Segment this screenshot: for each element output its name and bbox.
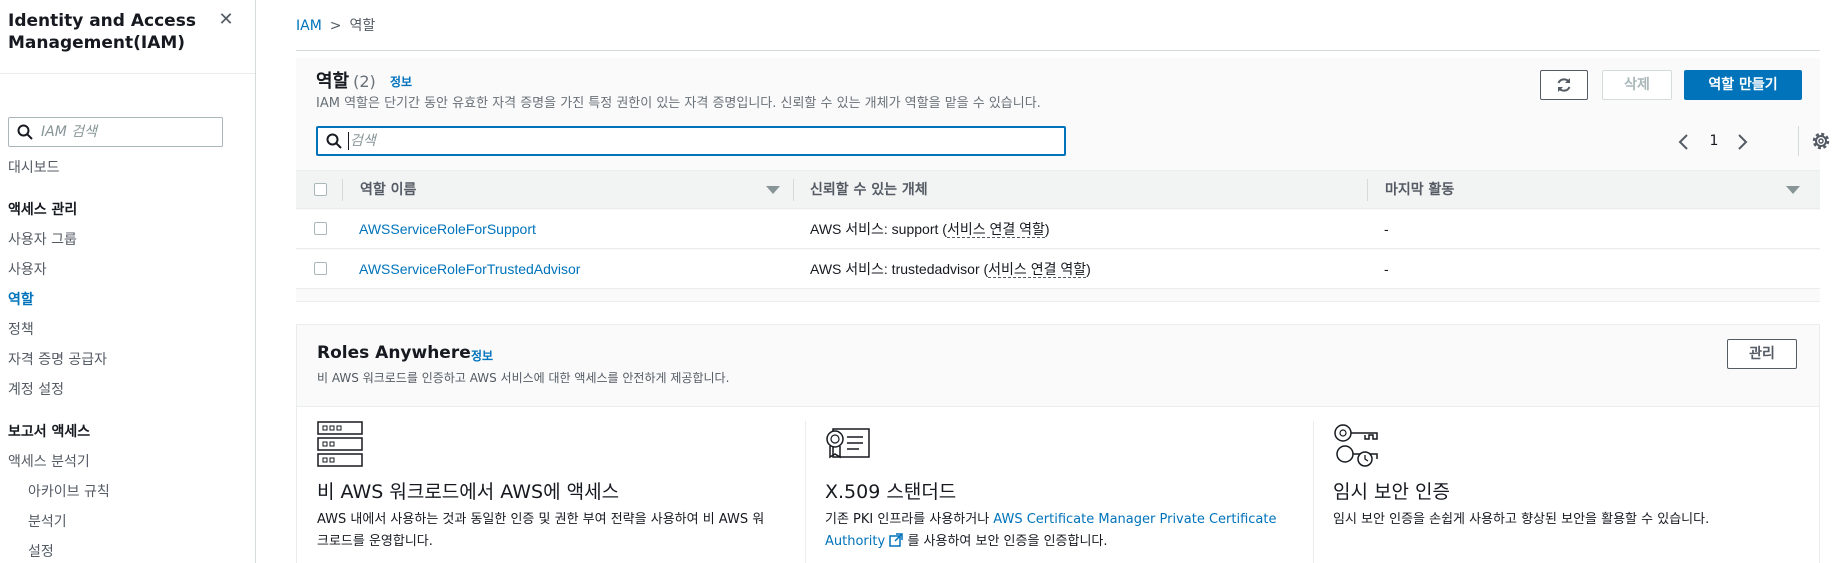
sort-icon[interactable] bbox=[766, 186, 780, 194]
column-divider bbox=[342, 179, 343, 201]
role-name-link[interactable]: AWSServiceRoleForTrustedAdvisor bbox=[359, 261, 580, 277]
role-name-link[interactable]: AWSServiceRoleForSupport bbox=[359, 221, 536, 237]
sidebar-item-archive-rules[interactable]: 아카이브 규칙 bbox=[28, 481, 110, 501]
feature-text: 임시 보안 인증을 손쉽게 사용하고 향상된 보안을 활용할 수 있습니다. bbox=[1333, 512, 1710, 527]
roles-anywhere-description: 비 AWS 워크로드를 인증하고 AWS 서비스에 대한 액세스를 안전하게 제… bbox=[317, 371, 730, 385]
roles-heading: 역할 (2) bbox=[316, 67, 376, 93]
table-row: AWSServiceRoleForTrustedAdvisor AWS 서비스:… bbox=[296, 250, 1820, 289]
sidebar-item-access-analyzer[interactable]: 액세스 분석기 bbox=[8, 451, 90, 471]
sidebar-item-settings[interactable]: 설정 bbox=[28, 541, 54, 561]
roles-search-input[interactable] bbox=[350, 131, 1050, 151]
sidebar-item-roles[interactable]: 역할 bbox=[8, 289, 34, 309]
last-activity-cell: - bbox=[1384, 221, 1389, 237]
search-icon bbox=[326, 133, 342, 149]
refresh-button[interactable] bbox=[1540, 70, 1588, 100]
column-divider bbox=[1367, 179, 1368, 201]
roles-anywhere-header: Roles Anywhere 정보 비 AWS 워크로드를 인증하고 AWS 서… bbox=[297, 325, 1819, 407]
breadcrumb-iam-link[interactable]: IAM bbox=[296, 18, 322, 34]
breadcrumb: IAM > 역할 bbox=[296, 15, 375, 35]
certificate-icon bbox=[826, 428, 870, 459]
feature-heading: X.509 스탠더드 bbox=[825, 481, 957, 503]
row-checkbox[interactable] bbox=[314, 222, 327, 235]
chevron-left-icon[interactable] bbox=[1674, 130, 1694, 154]
close-icon[interactable]: ✕ bbox=[216, 10, 236, 30]
trusted-entity-text: AWS 서비스: trustedadvisor ( bbox=[810, 261, 989, 277]
divider bbox=[1798, 126, 1799, 156]
sidebar-section-access-reports: 보고서 액세스 bbox=[8, 424, 91, 440]
sidebar-item-user-groups[interactable]: 사용자 그룹 bbox=[8, 229, 77, 249]
last-activity-cell: - bbox=[1384, 261, 1389, 277]
page-number[interactable]: 1 bbox=[1704, 133, 1724, 149]
roles-title: 역할 bbox=[316, 71, 350, 92]
feature-text: AWS 내에서 사용하는 것과 동일한 인증 및 권한 부여 전략을 사용하여 … bbox=[317, 512, 765, 549]
search-icon bbox=[17, 124, 33, 140]
roles-anywhere-title: Roles Anywhere bbox=[317, 343, 471, 363]
create-role-button[interactable]: 역할 만들기 bbox=[1684, 70, 1802, 100]
column-header-trusted-entities[interactable]: 신뢰할 수 있는 개체 bbox=[810, 171, 928, 210]
manage-button[interactable]: 관리 bbox=[1727, 339, 1797, 369]
service-linked-role-tooltip[interactable]: 서비스 연결 역할 bbox=[946, 221, 1045, 238]
feature-card: 비 AWS 워크로드에서 AWS에 액세스 AWS 내에서 사용하는 것과 동일… bbox=[317, 421, 777, 563]
table-header: 역할 이름 신뢰할 수 있는 개체 마지막 활동 bbox=[296, 170, 1820, 209]
feature-text: 기존 PKI 인프라를 사용하거나 AWS Certificate Manage… bbox=[825, 509, 1295, 553]
feature-card: 임시 보안 인증 임시 보안 인증을 손쉽게 사용하고 향상된 보안을 활용할 … bbox=[1333, 421, 1803, 563]
temporary-key-icon bbox=[1334, 424, 1378, 467]
service-linked-role-tooltip[interactable]: 서비스 연결 역할 bbox=[988, 261, 1087, 278]
external-link-icon[interactable] bbox=[889, 533, 904, 549]
trusted-entity-suffix: ) bbox=[1086, 261, 1091, 277]
delete-button[interactable]: 삭제 bbox=[1602, 70, 1672, 100]
trusted-entity-cell: AWS 서비스: trustedadvisor (서비스 연결 역할) bbox=[810, 250, 1091, 289]
roles-description: IAM 역할은 단기간 동안 유효한 자격 증명을 가진 특정 권한이 있는 자… bbox=[316, 96, 1041, 111]
feature-card: X.509 스탠더드 기존 PKI 인프라를 사용하거나 AWS Certifi… bbox=[825, 421, 1295, 563]
chevron-right-icon: > bbox=[329, 18, 342, 34]
sidebar-item-analyzers[interactable]: 분석기 bbox=[28, 511, 67, 531]
sidebar-item-dashboard[interactable]: 대시보드 bbox=[8, 157, 60, 177]
trusted-entity-text: AWS 서비스: support ( bbox=[810, 221, 947, 237]
feature-heading: 임시 보안 인증 bbox=[1333, 481, 1450, 503]
sidebar-search[interactable] bbox=[8, 117, 223, 147]
trusted-entity-cell: AWS 서비스: support (서비스 연결 역할) bbox=[810, 210, 1050, 249]
sidebar-title: Identity and Access Management(IAM) bbox=[8, 11, 196, 53]
table-row: AWSServiceRoleForSupport AWS 서비스: suppor… bbox=[296, 210, 1820, 249]
sidebar-nav: Identity and Access Management(IAM) ✕ 대시… bbox=[0, 0, 256, 563]
roles-search[interactable] bbox=[316, 126, 1066, 156]
column-header-last-activity[interactable]: 마지막 활동 bbox=[1385, 171, 1454, 210]
feature-text-suffix: 를 사용하여 보안 인증을 인증합니다. bbox=[903, 534, 1108, 549]
roles-panel: 역할 (2) 정보 IAM 역할은 단기간 동안 유효한 자격 증명을 가진 특정… bbox=[296, 58, 1830, 302]
column-divider bbox=[793, 179, 794, 201]
sidebar-item-identity-providers[interactable]: 자격 증명 공급자 bbox=[8, 349, 107, 369]
breadcrumb-current: 역할 bbox=[349, 18, 376, 34]
sidebar-item-account-settings[interactable]: 계정 설정 bbox=[8, 379, 64, 399]
divider bbox=[1313, 421, 1314, 563]
trusted-entity-suffix: ) bbox=[1044, 221, 1050, 237]
sidebar-section-access-management: 액세스 관리 bbox=[8, 202, 78, 218]
roles-anywhere-info-link[interactable]: 정보 bbox=[471, 347, 493, 364]
text-caret bbox=[348, 132, 349, 150]
sidebar-search-input[interactable] bbox=[41, 122, 216, 142]
sidebar-item-users[interactable]: 사용자 bbox=[8, 259, 47, 279]
gear-icon[interactable] bbox=[1810, 130, 1832, 152]
column-header-role-name[interactable]: 역할 이름 bbox=[360, 171, 416, 210]
row-checkbox[interactable] bbox=[314, 262, 327, 275]
feature-heading: 비 AWS 워크로드에서 AWS에 액세스 bbox=[317, 481, 620, 503]
sidebar-divider bbox=[0, 73, 255, 74]
sidebar-item-policies[interactable]: 정책 bbox=[8, 319, 34, 339]
server-rack-icon bbox=[317, 421, 363, 467]
divider bbox=[296, 50, 1820, 51]
select-all-checkbox[interactable] bbox=[314, 183, 327, 196]
feature-text-prefix: 기존 PKI 인프라를 사용하거나 bbox=[825, 512, 994, 527]
sort-icon[interactable] bbox=[1786, 186, 1800, 194]
roles-count: (2) bbox=[353, 72, 376, 91]
refresh-icon bbox=[1557, 78, 1571, 92]
roles-info-link[interactable]: 정보 bbox=[390, 73, 412, 90]
divider bbox=[805, 421, 806, 563]
chevron-right-icon[interactable] bbox=[1732, 130, 1752, 154]
roles-anywhere-panel: Roles Anywhere 정보 비 AWS 워크로드를 인증하고 AWS 서… bbox=[296, 324, 1820, 563]
